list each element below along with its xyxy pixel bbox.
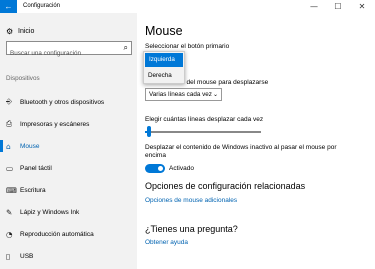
inactive-scroll-label-line2: encima xyxy=(145,152,166,159)
option-left[interactable]: Izquierda xyxy=(145,53,183,67)
search-input[interactable] xyxy=(7,47,118,60)
inactive-scroll-label-line1: Desplazar el contenido de Windows inacti… xyxy=(145,144,337,151)
sidebar-item-autoplay[interactable]: ◔ Reproducción automática xyxy=(0,223,137,245)
printer-icon: ⎙ xyxy=(6,119,12,128)
sidebar-item-label: Impresoras y escáneres xyxy=(20,120,90,128)
sidebar-item-mouse[interactable]: ⌂ Mouse xyxy=(0,135,137,157)
section-heading: Dispositivos xyxy=(6,75,40,82)
usb-icon: ▯ xyxy=(6,251,11,261)
minimize-icon: — xyxy=(310,2,318,11)
home-label: Inicio xyxy=(18,28,35,35)
slider-track xyxy=(145,131,261,133)
slider-thumb[interactable] xyxy=(147,126,151,137)
sidebar-item-label: USB xyxy=(20,252,34,260)
nav-list: ⎆ Bluetooth y otros dispositivos ⎙ Impre… xyxy=(0,91,137,267)
sidebar-item-label: Panel táctil xyxy=(20,164,52,172)
home-link[interactable]: ⚙ Inicio xyxy=(6,27,34,36)
autoplay-icon: ◔ xyxy=(6,229,13,239)
main-content: Mouse Seleccionar el botón primario Gira… xyxy=(137,13,375,269)
lines-label: Elegir cuántas líneas desplazar cada vez xyxy=(145,116,264,123)
additional-mouse-options-link[interactable]: Opciones de mouse adicionales xyxy=(145,197,237,204)
page-title: Mouse xyxy=(145,24,183,38)
close-icon: ✕ xyxy=(358,2,366,11)
pen-icon: ✎ xyxy=(6,207,13,217)
mouse-icon: ⌂ xyxy=(6,141,11,151)
primary-button-label: Seleccionar el botón primario xyxy=(145,43,230,50)
question-heading: ¿Tienes una pregunta? xyxy=(145,224,238,234)
toggle-knob xyxy=(158,166,163,171)
bluetooth-icon: ⎆ xyxy=(6,97,12,106)
sidebar-item-touchpad[interactable]: ▭ Panel táctil xyxy=(0,157,137,179)
sidebar-item-usb[interactable]: ▯ USB xyxy=(0,245,137,267)
back-button[interactable]: ← xyxy=(0,0,17,13)
keyboard-icon: ⌨ xyxy=(6,185,17,195)
sidebar-item-typing[interactable]: ⌨ Escritura xyxy=(0,179,137,201)
get-help-link[interactable]: Obtener ayuda xyxy=(145,239,188,246)
sidebar: ⚙ Inicio ⌕ Dispositivos ⎆ Bluetooth y ot… xyxy=(0,13,137,269)
title-bar: ← Configuración — ☐ ✕ xyxy=(0,0,375,13)
scroll-wheel-value: Varias líneas cada vez xyxy=(149,91,212,98)
touchpad-icon: ▭ xyxy=(6,163,14,173)
search-box: ⌕ xyxy=(6,41,132,60)
sidebar-item-pen[interactable]: ✎ Lápiz y Windows Ink xyxy=(0,201,137,223)
maximize-button[interactable]: ☐ xyxy=(329,0,347,13)
sidebar-item-label: Escritura xyxy=(20,186,46,194)
maximize-icon: ☐ xyxy=(334,2,342,11)
sidebar-item-label: Mouse xyxy=(20,142,40,150)
lines-slider[interactable] xyxy=(145,125,261,137)
sidebar-item-label: Lápiz y Windows Ink xyxy=(20,208,80,216)
chevron-down-icon: ⌄ xyxy=(212,91,218,98)
related-settings-heading: Opciones de configuración relacionadas xyxy=(145,181,306,191)
sidebar-item-label: Reproducción automática xyxy=(20,230,94,238)
sidebar-item-bluetooth[interactable]: ⎆ Bluetooth y otros dispositivos xyxy=(0,91,137,113)
search-icon[interactable]: ⌕ xyxy=(124,43,128,53)
sidebar-item-printers[interactable]: ⎙ Impresoras y escáneres xyxy=(0,113,137,135)
minimize-button[interactable]: — xyxy=(305,0,323,13)
option-right[interactable]: Derecha xyxy=(144,68,184,83)
toggle-state-label: Activado xyxy=(169,165,194,172)
back-arrow-icon: ← xyxy=(4,2,13,11)
scroll-wheel-dropdown[interactable]: Varias líneas cada vez ⌄ xyxy=(145,88,222,101)
inactive-scroll-toggle[interactable] xyxy=(145,164,165,173)
close-button[interactable]: ✕ xyxy=(353,0,371,13)
window-title: Configuración xyxy=(23,3,61,9)
gear-icon: ⚙ xyxy=(6,27,14,36)
sidebar-item-label: Bluetooth y otros dispositivos xyxy=(20,98,105,106)
primary-button-dropdown-list: Izquierda Derecha xyxy=(143,51,185,84)
